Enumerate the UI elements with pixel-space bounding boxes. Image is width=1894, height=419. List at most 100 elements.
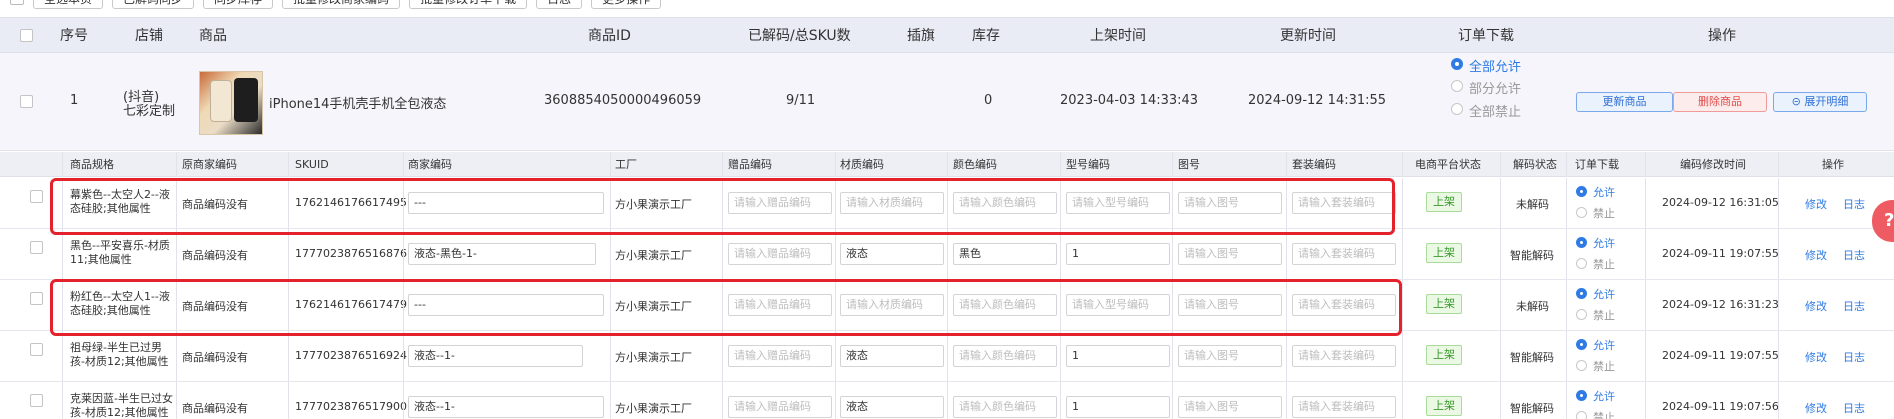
model-code-input[interactable]: 1 (1066, 396, 1170, 418)
product-checkbox[interactable] (20, 95, 33, 108)
material-code-input[interactable]: 请输入材质编码 (840, 192, 944, 214)
figure-no-input[interactable]: 请输入图号 (1178, 396, 1282, 418)
order-deny-radio[interactable] (1576, 360, 1587, 371)
model-code-input[interactable]: 1 (1066, 345, 1170, 367)
toolbar-button[interactable]: 全选本页 (33, 0, 104, 9)
sku-orig-code: 商品编码没有 (182, 249, 248, 262)
merchant-code-input[interactable]: 液态-黑色-1- (408, 243, 596, 265)
update-product-button[interactable]: 更新商品 (1576, 92, 1673, 112)
log-link[interactable]: 日志 (1843, 196, 1865, 212)
color-code-input[interactable]: 请输入颜色编码 (953, 192, 1057, 214)
set-code-input[interactable]: 请输入套装编码 (1292, 294, 1396, 316)
model-code-input[interactable]: 请输入型号编码 (1066, 192, 1170, 214)
toolbar-button[interactable]: 批量修改商家编码 (282, 0, 401, 9)
sku-checkbox[interactable] (30, 292, 43, 305)
figure-no-input[interactable]: 请输入图号 (1178, 243, 1282, 265)
color-code-input[interactable]: 黑色 (953, 243, 1057, 265)
toolbar-button[interactable]: 更多操作 (591, 0, 662, 9)
column-divider (947, 152, 948, 176)
sku-col-actions: 操作 (1822, 158, 1844, 171)
merchant-code-input[interactable]: --- (408, 192, 604, 214)
material-code-input[interactable]: 液态 (840, 243, 944, 265)
code-modified-time: 2024-09-11 19:07:56 (1662, 400, 1779, 413)
column-divider (1778, 331, 1779, 381)
column-divider (1500, 280, 1501, 330)
sku-checkbox[interactable] (30, 394, 43, 407)
sku-row: 粉红色--太空人1--液态硅胶;其他属性 商品编码没有 17621461766174… (0, 280, 1894, 331)
toolbar-button[interactable]: 批量修改订单下载 (409, 0, 528, 9)
figure-no-input[interactable]: 请输入图号 (1178, 294, 1282, 316)
sku-col-gift-code: 赠品编码 (728, 158, 772, 171)
set-code-input[interactable]: 请输入套装编码 (1292, 192, 1396, 214)
sku-col-orig-code: 原商家编码 (182, 158, 237, 171)
sku-factory: 方小果演示工厂 (615, 249, 692, 262)
color-code-input[interactable]: 请输入颜色编码 (953, 396, 1057, 418)
sku-orig-code: 商品编码没有 (182, 300, 248, 313)
material-code-input[interactable]: 请输入材质编码 (840, 294, 944, 316)
order-allow-radio[interactable] (1576, 390, 1587, 401)
material-code-input[interactable]: 液态 (840, 396, 944, 418)
sku-checkbox[interactable] (30, 190, 43, 203)
edit-link[interactable]: 修改 (1805, 247, 1827, 263)
order-allow-radio[interactable] (1576, 186, 1587, 197)
gift-code-input[interactable]: 请输入赠品编码 (728, 192, 832, 214)
order-all-deny-radio[interactable] (1451, 103, 1463, 115)
delete-product-button[interactable]: 删除商品 (1673, 92, 1767, 112)
toolbar-button[interactable]: 同步库存 (203, 0, 274, 9)
product-row: 1 (抖音) 七彩定制 iPhone14手机壳手机全包液态 3608854050… (0, 53, 1894, 151)
column-divider (176, 382, 177, 419)
order-allow-radio[interactable] (1576, 339, 1587, 350)
figure-no-input[interactable]: 请输入图号 (1178, 192, 1282, 214)
decode-status: 智能解码 (1510, 402, 1554, 415)
color-code-input[interactable]: 请输入颜色编码 (953, 294, 1057, 316)
order-all-allow-radio[interactable] (1451, 58, 1463, 70)
toolbar-button[interactable]: 日志 (536, 0, 583, 9)
column-divider (1778, 382, 1779, 419)
column-divider (1778, 280, 1779, 330)
set-code-input[interactable]: 请输入套装编码 (1292, 345, 1396, 367)
toolbar-button[interactable]: 已解码同步 (112, 0, 195, 9)
log-link[interactable]: 日志 (1843, 298, 1865, 314)
edit-link[interactable]: 修改 (1805, 400, 1827, 416)
set-code-input[interactable]: 请输入套装编码 (1292, 396, 1396, 418)
edit-link[interactable]: 修改 (1805, 349, 1827, 365)
gift-code-input[interactable]: 请输入赠品编码 (728, 345, 832, 367)
column-divider (1402, 178, 1403, 228)
figure-no-input[interactable]: 请输入图号 (1178, 345, 1282, 367)
edit-link[interactable]: 修改 (1805, 298, 1827, 314)
gift-code-input[interactable]: 请输入赠品编码 (728, 396, 832, 418)
model-code-input[interactable]: 请输入型号编码 (1066, 294, 1170, 316)
header-checkbox[interactable] (20, 29, 33, 42)
order-deny-radio[interactable] (1576, 411, 1587, 419)
gift-code-input[interactable]: 请输入赠品编码 (728, 243, 832, 265)
sku-col-skuid: SKUID (295, 158, 329, 171)
column-divider (610, 229, 611, 279)
model-code-input[interactable]: 1 (1066, 243, 1170, 265)
merchant-code-input[interactable]: 液态--1- (408, 396, 604, 418)
merchant-code-input[interactable]: 液态--1- (408, 345, 583, 367)
sku-checkbox[interactable] (30, 343, 43, 356)
material-code-input[interactable]: 液态 (840, 345, 944, 367)
merchant-code-input[interactable]: --- (408, 294, 604, 316)
order-allow-radio[interactable] (1576, 288, 1587, 299)
order-partial-allow-radio[interactable] (1451, 80, 1463, 92)
column-divider (403, 152, 404, 176)
set-code-input[interactable]: 请输入套装编码 (1292, 243, 1396, 265)
log-link[interactable]: 日志 (1843, 247, 1865, 263)
product-thumbnail[interactable] (199, 71, 263, 135)
expand-details-button[interactable]: ⊝ 展开明细 (1773, 92, 1867, 112)
product-title-link[interactable]: iPhone14手机壳手机全包液态 (269, 93, 446, 112)
order-deny-radio[interactable] (1576, 258, 1587, 269)
order-deny-radio[interactable] (1576, 309, 1587, 320)
gift-code-input[interactable]: 请输入赠品编码 (728, 294, 832, 316)
edit-link[interactable]: 修改 (1805, 196, 1827, 212)
order-allow-radio[interactable] (1576, 237, 1587, 248)
sku-checkbox[interactable] (30, 241, 43, 254)
sku-col-platform-status: 电商平台状态 (1415, 158, 1481, 171)
log-link[interactable]: 日志 (1843, 400, 1865, 416)
product-stock: 0 (984, 93, 993, 108)
order-deny-radio[interactable] (1576, 207, 1587, 218)
log-link[interactable]: 日志 (1843, 349, 1865, 365)
select-all-checkbox[interactable] (10, 0, 24, 5)
color-code-input[interactable]: 请输入颜色编码 (953, 345, 1057, 367)
